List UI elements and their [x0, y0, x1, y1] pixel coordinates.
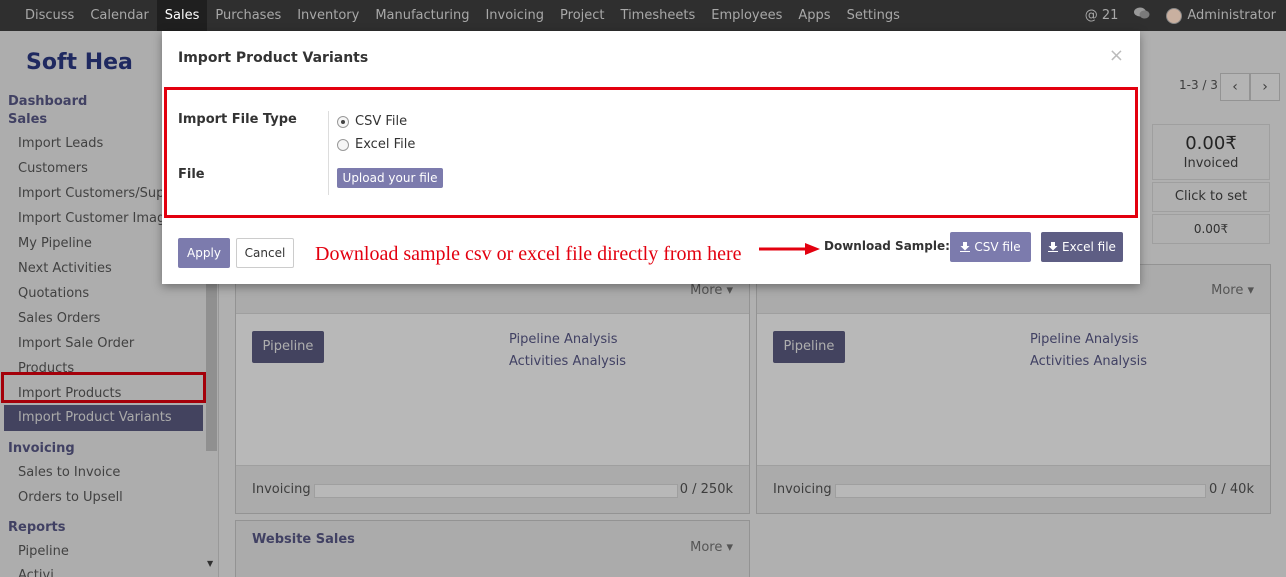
download-csv-label: CSV file	[974, 240, 1021, 254]
annotation-text: Download sample csv or excel file direct…	[315, 243, 742, 265]
notification-count: 21	[1101, 8, 1119, 23]
menu-discuss[interactable]: Discuss	[17, 0, 82, 31]
cancel-button[interactable]: Cancel	[236, 238, 294, 268]
file-label: File	[178, 167, 205, 182]
menu-timesheets[interactable]: Timesheets	[613, 0, 704, 31]
radio-unchecked-icon	[337, 138, 349, 151]
highlight-form-box	[164, 87, 1138, 218]
dialog-title: Import Product Variants	[178, 50, 369, 66]
menu-invoicing[interactable]: Invoicing	[477, 0, 552, 31]
download-excel-label: Excel file	[1062, 240, 1116, 254]
close-icon[interactable]: ×	[1109, 45, 1124, 66]
user-name: Administrator	[1187, 8, 1276, 23]
form-divider	[328, 111, 329, 195]
upload-file-button[interactable]: Upload your file	[337, 168, 443, 188]
menu-apps[interactable]: Apps	[790, 0, 838, 31]
radio-csv[interactable]: CSV File	[337, 114, 407, 129]
menu-project[interactable]: Project	[552, 0, 612, 31]
menu-employees[interactable]: Employees	[703, 0, 790, 31]
chat-icon[interactable]	[1134, 7, 1150, 24]
menu-calendar[interactable]: Calendar	[82, 0, 156, 31]
download-csv-button[interactable]: CSV file	[950, 232, 1031, 262]
radio-excel-label: Excel File	[355, 137, 416, 152]
user-menu[interactable]: Administrator	[1166, 7, 1276, 24]
top-navbar: Discuss Calendar Sales Purchases Invento…	[0, 0, 1286, 31]
import-dialog: Import Product Variants × Import File Ty…	[162, 31, 1140, 284]
download-icon	[960, 242, 971, 252]
radio-checked-icon	[337, 115, 349, 128]
radio-excel[interactable]: Excel File	[337, 137, 415, 152]
download-icon	[1048, 242, 1059, 252]
download-excel-button[interactable]: Excel file	[1041, 232, 1123, 262]
file-type-label: Import File Type	[178, 112, 297, 127]
menu-settings[interactable]: Settings	[839, 0, 908, 31]
download-sample-label: Download Sample:	[824, 239, 950, 253]
menu-purchases[interactable]: Purchases	[207, 0, 289, 31]
at-icon: @	[1084, 8, 1098, 23]
annotation-arrow-icon	[759, 243, 820, 255]
navbar-right: @ 21 Administrator	[1085, 0, 1286, 31]
notifications[interactable]: @ 21	[1085, 8, 1119, 23]
menu-sales[interactable]: Sales	[156, 0, 208, 31]
menu-manufacturing[interactable]: Manufacturing	[367, 0, 477, 31]
radio-csv-label: CSV File	[355, 114, 408, 129]
avatar	[1166, 7, 1183, 24]
menu-inventory[interactable]: Inventory	[289, 0, 367, 31]
apply-button[interactable]: Apply	[178, 238, 230, 268]
app-menu: Discuss Calendar Sales Purchases Invento…	[17, 0, 908, 31]
